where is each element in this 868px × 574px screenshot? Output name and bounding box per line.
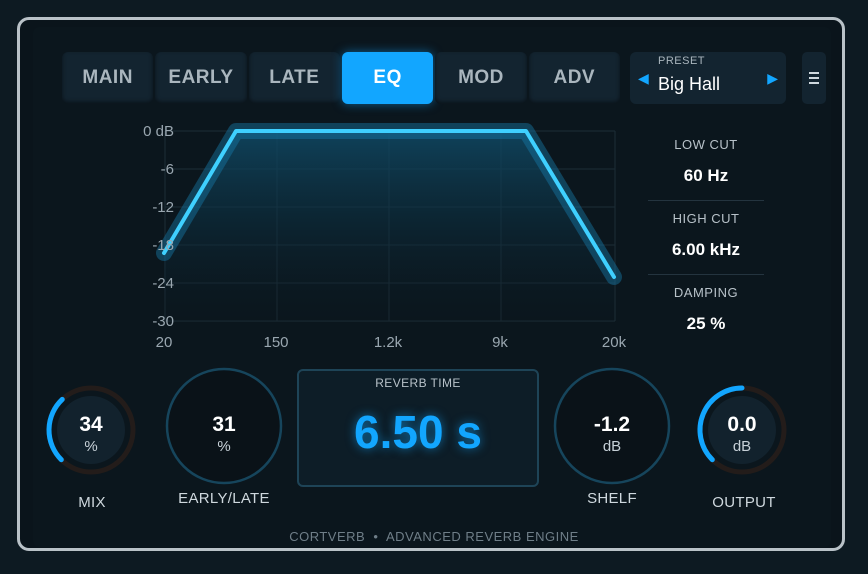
eq-y-tick: 0 dB — [143, 123, 174, 140]
shelf-value: -1.2 — [593, 413, 631, 436]
preset-name: Big Hall — [658, 74, 721, 94]
eq-graph[interactable] — [130, 115, 630, 340]
reverb-time-display[interactable]: REVERB TIME 6.50 s — [297, 369, 539, 487]
tab-main[interactable]: MAIN — [62, 52, 154, 104]
eq-y-tick: -18 — [152, 237, 174, 254]
eq-y-tick: -6 — [160, 161, 174, 178]
preset-prev-icon[interactable]: ◀ — [638, 70, 649, 87]
output-unit: dB — [732, 438, 752, 455]
high-cut-label: HIGH CUT — [672, 211, 740, 226]
reverb-time-value: 6.50 s — [354, 406, 482, 458]
mix-unit: % — [84, 438, 98, 455]
damping-label: DAMPING — [673, 285, 739, 300]
eq-y-tick: -12 — [152, 199, 174, 216]
mix-value: 34 — [79, 413, 103, 436]
early-late-label: EARLY/LATE — [178, 490, 270, 507]
preset-selector[interactable]: ◀ PRESET Big Hall ▶ — [630, 52, 786, 104]
tagline: ADVANCED REVERB ENGINE — [386, 529, 579, 544]
high-cut-value: 6.00 kHz — [671, 240, 741, 259]
preset-next-icon[interactable]: ▶ — [767, 70, 778, 87]
early-late-value: 31 — [212, 413, 236, 436]
tab-late[interactable]: LATE — [248, 52, 340, 104]
eq-x-tick: 150 — [263, 334, 289, 351]
eq-y-tick: -24 — [152, 275, 174, 292]
shelf-label: SHELF — [587, 490, 637, 507]
preset-label: PRESET — [658, 55, 706, 67]
damping-param[interactable]: DAMPING 25 % — [648, 285, 764, 334]
eq-x-tick: 9k — [492, 334, 508, 351]
eq-x-tick: 20 — [155, 334, 173, 351]
tab-eq[interactable]: EQ — [341, 52, 434, 104]
shelf-unit: dB — [602, 438, 622, 455]
menu-icon — [809, 69, 819, 87]
low-cut-value: 60 Hz — [683, 166, 729, 185]
output-label: OUTPUT — [712, 494, 776, 511]
divider — [648, 274, 764, 275]
eq-x-tick: 1.2k — [373, 334, 403, 351]
footer: CORTVERB • ADVANCED REVERB ENGINE — [0, 529, 868, 544]
damping-value: 25 % — [686, 314, 726, 333]
tab-adv[interactable]: ADV — [528, 52, 620, 104]
menu-button[interactable] — [802, 52, 826, 104]
brand-name: CORTVERB — [289, 529, 366, 544]
footer-bullet: • — [373, 529, 379, 544]
eq-y-tick: -30 — [152, 313, 174, 330]
tab-early[interactable]: EARLY — [155, 52, 247, 104]
tab-mod[interactable]: MOD — [435, 52, 527, 104]
reverb-time-label: REVERB TIME — [375, 376, 461, 390]
tab-bar: MAIN EARLY LATE EQ MOD ADV — [62, 52, 620, 104]
output-value: 0.0 — [727, 413, 757, 436]
low-cut-param[interactable]: LOW CUT 60 Hz — [648, 137, 764, 186]
divider — [648, 200, 764, 201]
early-late-unit: % — [217, 438, 231, 455]
mix-label: MIX — [78, 494, 106, 511]
low-cut-label: LOW CUT — [674, 137, 738, 152]
high-cut-param[interactable]: HIGH CUT 6.00 kHz — [648, 211, 764, 260]
eq-x-tick: 20k — [601, 334, 627, 351]
